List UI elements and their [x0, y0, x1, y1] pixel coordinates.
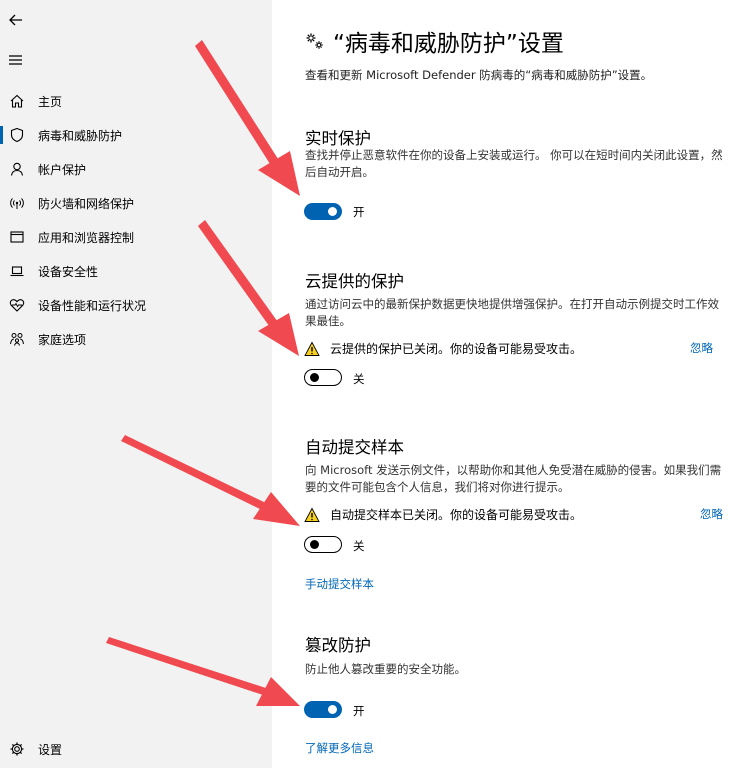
sample-warning: 自动提交样本已关闭。你的设备可能易受攻击。 忽略: [304, 506, 724, 524]
shield-icon: [8, 126, 26, 144]
sidebar-item-device-health[interactable]: 设备性能和运行状况: [0, 290, 272, 320]
sidebar-item-settings[interactable]: 设置: [0, 734, 272, 764]
sample-ignore-link[interactable]: 忽略: [700, 506, 723, 522]
laptop-icon: [8, 262, 26, 280]
sidebar-item-label: 病毒和威胁防护: [38, 128, 123, 143]
sidebar-item-label: 应用和浏览器控制: [38, 230, 135, 245]
tamper-toggle[interactable]: [304, 701, 342, 718]
tamper-description: 防止他人篡改重要的安全功能。: [305, 662, 466, 676]
home-icon: [8, 92, 26, 110]
sidebar-item-home[interactable]: 主页: [0, 86, 272, 116]
sidebar-item-label: 设备性能和运行状况: [38, 298, 147, 313]
sidebar-item-account[interactable]: 帐户保护: [0, 154, 272, 184]
active-indicator: [0, 126, 3, 144]
tamper-title: 篡改防护: [305, 636, 371, 655]
cloud-ignore-link[interactable]: 忽略: [690, 340, 713, 356]
person-icon: [8, 160, 26, 178]
toggle-knob: [310, 372, 319, 382]
gears-icon: [304, 30, 326, 52]
main-content: “病毒和威胁防护”设置 查看和更新 Microsoft Defender 防病毒…: [272, 0, 751, 768]
sample-warning-text: 自动提交样本已关闭。你的设备可能易受攻击。: [330, 508, 583, 522]
cloud-warning-text: 云提供的保护已关闭。你的设备可能易受攻击。: [330, 342, 583, 356]
wifi-icon: [8, 194, 26, 212]
back-arrow-icon[interactable]: [6, 10, 26, 30]
realtime-toggle[interactable]: [304, 203, 342, 220]
page-subtitle: 查看和更新 Microsoft Defender 防病毒的“病毒和威胁防护”设置…: [305, 68, 653, 82]
sidebar-item-label: 主页: [38, 94, 63, 109]
sidebar-item-label: 设备安全性: [38, 264, 99, 279]
sample-title: 自动提交样本: [305, 438, 404, 457]
sidebar-item-device-security[interactable]: 设备安全性: [0, 256, 272, 286]
sidebar-item-family[interactable]: 家庭选项: [0, 324, 272, 354]
warning-icon: [304, 507, 320, 523]
sidebar-item-label: 防火墙和网络保护: [38, 196, 135, 211]
hamburger-menu-icon[interactable]: [6, 50, 26, 70]
realtime-title: 实时保护: [305, 129, 371, 148]
sidebar-item-virus-protection[interactable]: 病毒和威胁防护: [0, 120, 272, 150]
realtime-description: 查找并停止恶意软件在你的设备上安装或运行。 你可以在短时间内关闭此设置，然后自动…: [305, 148, 723, 179]
sample-toggle-label: 关: [353, 539, 365, 553]
toggle-knob: [328, 207, 337, 216]
sample-description: 向 Microsoft 发送示例文件，以帮助你和其他人免受潜在威胁的侵害。如果我…: [305, 463, 722, 494]
cloud-toggle[interactable]: [304, 369, 342, 386]
sidebar-item-label: 家庭选项: [38, 332, 87, 347]
heart-icon: [8, 296, 26, 314]
warning-icon: [304, 341, 320, 357]
sidebar-item-label: 帐户保护: [38, 162, 87, 177]
family-icon: [8, 330, 26, 348]
sidebar: 主页 病毒和威胁防护 帐户保护 防火墙和网络保护 应用和浏览器控制 设备安全性: [0, 0, 272, 768]
cloud-toggle-label: 关: [353, 372, 365, 386]
toggle-knob: [328, 705, 337, 714]
gear-icon: [8, 740, 26, 758]
cloud-description: 通过访问云中的最新保护数据更快地提供增强保护。在打开自动示例提交时工作效果最佳。: [305, 297, 719, 328]
toggle-knob: [310, 539, 319, 549]
window-icon: [8, 228, 26, 246]
manual-submit-sample-link[interactable]: 手动提交样本: [305, 576, 374, 592]
cloud-warning: 云提供的保护已关闭。你的设备可能易受攻击。 忽略: [304, 340, 724, 358]
realtime-toggle-label: 开: [353, 205, 365, 219]
learn-more-link[interactable]: 了解更多信息: [305, 740, 374, 756]
sidebar-settings-label: 设置: [38, 742, 63, 757]
cloud-title: 云提供的保护: [305, 272, 404, 291]
page-title: “病毒和威胁防护”设置: [333, 31, 564, 57]
sidebar-item-app-browser[interactable]: 应用和浏览器控制: [0, 222, 272, 252]
tamper-toggle-label: 开: [353, 704, 365, 718]
sidebar-item-firewall[interactable]: 防火墙和网络保护: [0, 188, 272, 218]
sample-toggle[interactable]: [304, 536, 342, 553]
